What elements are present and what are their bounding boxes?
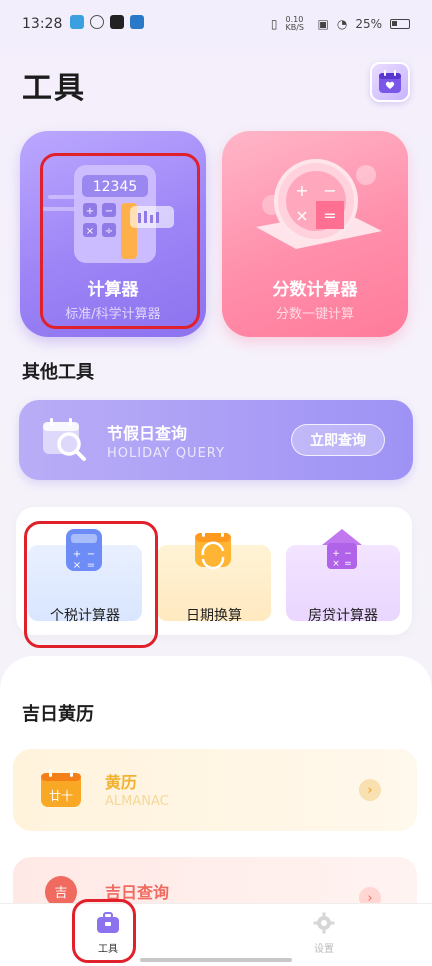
status-right: ▯ 0.10 KB/S ▣ ◔ 25% xyxy=(271,16,410,32)
chevron-right-icon[interactable]: › xyxy=(359,779,381,801)
calculator-subtitle: 标准/科学计算器 xyxy=(65,307,161,322)
svg-text:+: + xyxy=(86,206,94,217)
date-conversion-tool[interactable]: 日期换算 xyxy=(153,517,275,627)
query-now-button[interactable]: 立即查询 xyxy=(291,424,385,456)
section-title-other-tools: 其他工具 xyxy=(22,362,94,383)
lucky-day-icon-text: 吉 xyxy=(54,886,67,901)
status-time: 13:28 xyxy=(22,16,63,32)
svg-text:×: × xyxy=(73,560,81,571)
calendar-button[interactable] xyxy=(370,62,410,102)
notification-icons xyxy=(70,15,144,29)
almanac-subtitle: ALMANAC xyxy=(105,794,169,809)
almanac-calendar-icon: 廿十 xyxy=(41,769,81,807)
network-speed: 0.10 KB/S xyxy=(285,15,305,32)
nav-tools-label: 工具 xyxy=(98,944,118,955)
calculator-illustration: 12345 + − × ÷ xyxy=(42,165,174,263)
holiday-query-card[interactable]: 节假日查询 HOLIDAY QUERY 立即查询 xyxy=(19,400,413,480)
calculator-card[interactable]: 12345 + − × ÷ 计算器 标准/科学计算器 xyxy=(20,131,206,337)
svg-text:−: − xyxy=(87,549,95,560)
sync-icon xyxy=(90,15,104,29)
calendar-search-icon xyxy=(43,418,86,461)
almanac-card[interactable]: 廿十 黄历 ALMANAC › xyxy=(13,749,417,831)
calculator-title: 计算器 xyxy=(87,280,139,300)
app-notification-icon xyxy=(70,15,84,29)
mortgage-calculator-tool[interactable]: + − × = 房贷计算器 xyxy=(282,517,404,627)
calculator-display: 12345 xyxy=(93,179,138,195)
toolbox-icon xyxy=(97,912,119,933)
section-title-almanac: 吉日黄历 xyxy=(22,704,94,725)
tax-calculator-tool[interactable]: + − × = 个税计算器 xyxy=(24,517,146,627)
svg-text:=: = xyxy=(344,559,352,569)
svg-text:+: + xyxy=(332,549,340,559)
tools-grid: + − × = 个税计算器 日期换算 + − × = 房贷计算器 xyxy=(16,507,412,635)
fraction-calculator-card[interactable]: + − × = 分数计算器 分数一键计算 xyxy=(222,131,408,337)
svg-text:+: + xyxy=(295,181,308,200)
fraction-calculator-subtitle: 分数一键计算 xyxy=(275,307,354,322)
nav-tools[interactable]: 工具 xyxy=(78,912,138,955)
holiday-query-title: 节假日查询 xyxy=(107,424,188,443)
almanac-icon-text: 廿十 xyxy=(49,789,73,803)
tax-calculator-icon: + − × = xyxy=(66,529,102,571)
svg-text:×: × xyxy=(86,226,94,237)
date-conversion-icon xyxy=(195,529,231,570)
battery-level: 25% xyxy=(355,17,382,31)
battery-icon xyxy=(390,19,410,29)
calendar-heart-icon xyxy=(379,70,401,93)
date-conversion-label: 日期换算 xyxy=(186,608,242,624)
nav-settings-label: 设置 xyxy=(314,944,334,955)
svg-text:−: − xyxy=(344,549,352,559)
lucky-day-query-title: 吉日查询 xyxy=(105,883,170,902)
svg-text:=: = xyxy=(87,560,95,571)
sim-icon: ▣ xyxy=(317,17,329,31)
page-title: 工具 xyxy=(22,71,86,106)
svg-text:+: + xyxy=(73,549,81,560)
svg-text:÷: ÷ xyxy=(105,226,113,237)
svg-text:×: × xyxy=(295,206,308,225)
wifi-icon: ◔ xyxy=(336,17,348,31)
house-calculator-icon: + − × = xyxy=(322,529,362,569)
tax-calculator-label: 个税计算器 xyxy=(50,608,120,624)
home-indicator[interactable] xyxy=(140,958,292,962)
bottom-navigation: 工具 设置 xyxy=(0,903,432,964)
fraction-calculator-title: 分数计算器 xyxy=(272,280,358,300)
tiktok-icon xyxy=(110,15,124,29)
almanac-title: 黄历 xyxy=(105,773,138,792)
nav-settings[interactable]: 设置 xyxy=(294,912,354,955)
status-bar: 13:28 ▯ 0.10 KB/S ▣ ◔ 25% xyxy=(0,0,432,52)
svg-text:−: − xyxy=(323,181,336,200)
holiday-query-subtitle: HOLIDAY QUERY xyxy=(107,446,225,461)
svg-text:−: − xyxy=(105,206,113,217)
mortgage-calculator-label: 房贷计算器 xyxy=(308,608,378,624)
svg-text:=: = xyxy=(323,206,336,225)
app-notification-icon xyxy=(130,15,144,29)
svg-text:×: × xyxy=(332,559,340,569)
vibrate-icon: ▯ xyxy=(270,17,278,31)
fraction-illustration: + − × = xyxy=(256,159,382,249)
gear-icon xyxy=(313,912,335,934)
